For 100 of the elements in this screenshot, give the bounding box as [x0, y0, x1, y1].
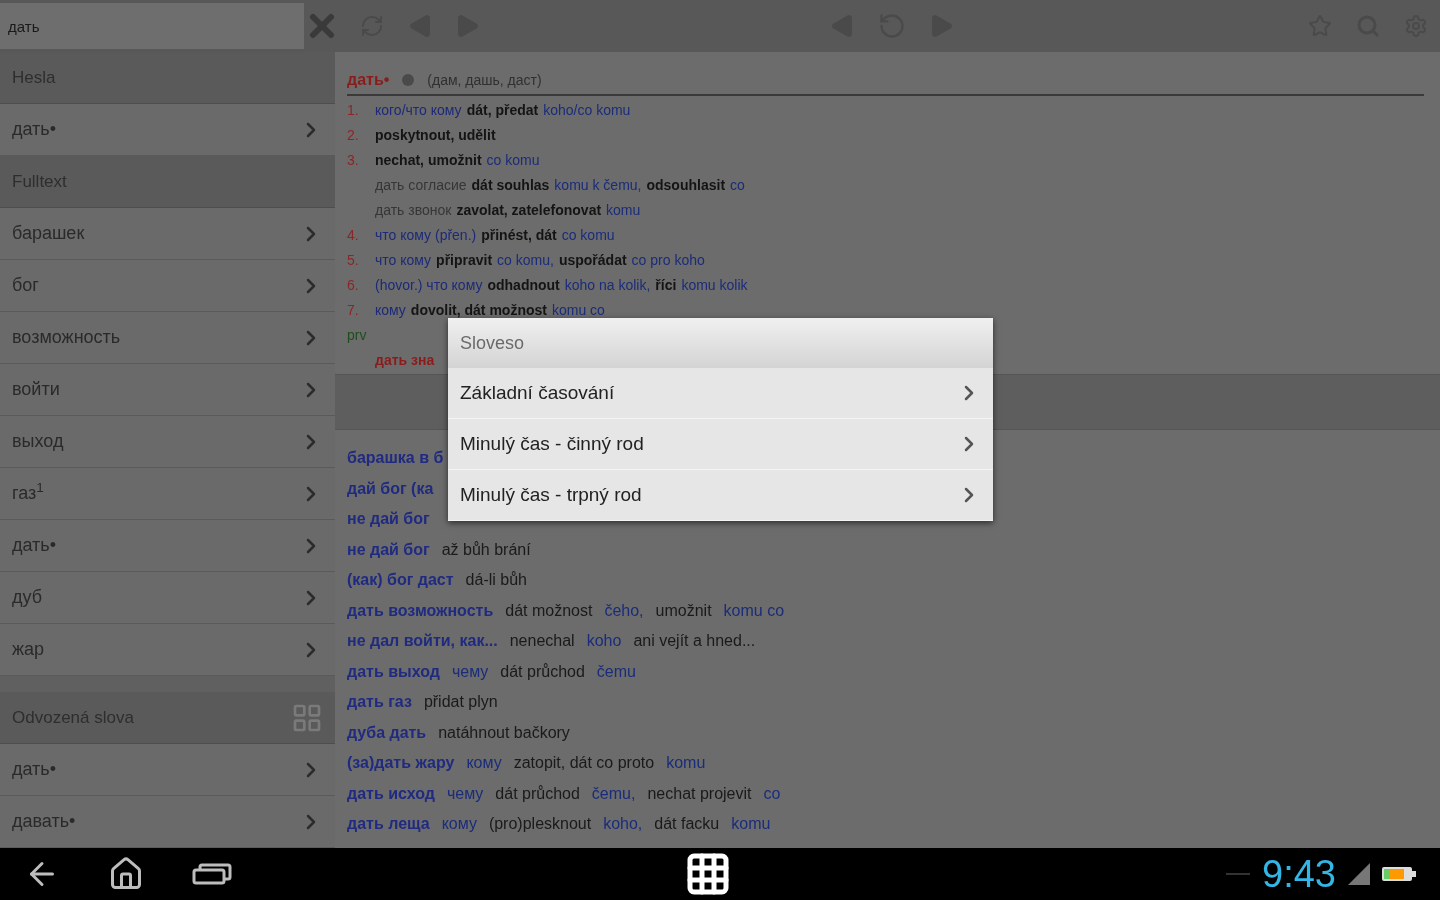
entry-text: připravit: [436, 251, 493, 270]
entry-text: čemu: [596, 661, 636, 682]
entry-text: (pro)plesknout: [488, 814, 592, 834]
item-label: дать•: [12, 758, 57, 781]
sidebar-item[interactable]: возможность: [0, 312, 335, 364]
entry-text: dát, předat: [466, 101, 539, 120]
entry-text: nechat projevit: [647, 783, 752, 804]
entry-text: дай бог (ка: [347, 478, 434, 499]
entry-text: что кому (přen.): [375, 226, 477, 245]
entry-text: co: [763, 783, 781, 804]
menu-item[interactable]: Minulý čas - činný rod: [448, 419, 993, 470]
entry-text: koho na kolik,: [564, 276, 651, 295]
entry-text: co pro koho: [631, 251, 705, 270]
sidebar-item[interactable]: дать•: [0, 520, 335, 572]
entry-text: co komu,: [497, 251, 554, 270]
item-label: давать•: [12, 810, 76, 833]
entry-text: dát průchod: [495, 783, 580, 804]
entry-text: odsouhlasit: [646, 176, 726, 195]
entry-text: dá-li bůh: [465, 570, 527, 590]
entry-text: не дай бог: [347, 539, 430, 560]
entry-text: komu: [731, 814, 771, 834]
entry-text: дать выход: [347, 661, 440, 682]
entry-text: odhadnout: [487, 276, 560, 295]
sense-number: 4.: [347, 226, 360, 245]
entry-text: барашка в б: [347, 448, 444, 468]
entry-text: (hovor.) что кому: [375, 276, 483, 295]
entry-text: не дай бог: [347, 509, 430, 529]
signal-icon: [1348, 863, 1370, 885]
entry-text: čeho,: [604, 600, 644, 621]
entry-text: кому: [466, 753, 502, 773]
entry-text: дать возможность: [347, 600, 494, 621]
entry-text: komu: [666, 753, 706, 773]
headword: дать•: [347, 70, 390, 90]
entry-text: poskytnout, udělit: [375, 126, 496, 145]
sense-number: 1.: [347, 101, 360, 120]
entry-text: komu k čemu,: [554, 176, 642, 195]
sense-number: 6.: [347, 276, 360, 295]
sidebar-item[interactable]: жар: [0, 624, 335, 676]
entry-text: uspořádat: [558, 251, 627, 270]
entry-text: zatopit, dát co proto: [513, 753, 655, 773]
entry-text: кому: [375, 301, 406, 320]
sense-number: 2.: [347, 126, 360, 145]
entry-text: komu co: [551, 301, 605, 320]
entry-text: (как) бог даст: [347, 570, 454, 590]
clock: 9:43: [1262, 855, 1336, 893]
menu-item[interactable]: Základní časování: [448, 368, 993, 419]
item-label: газ$^{1}$: [12, 480, 44, 505]
sidebar-item[interactable]: давать•: [0, 796, 335, 848]
sense-number: 7.: [347, 301, 360, 320]
entry-text: nenechal: [509, 631, 575, 651]
search-field[interactable]: дать: [0, 3, 304, 49]
entry-text: не дал войти, как...: [347, 631, 498, 651]
item-label: войти: [12, 378, 60, 401]
entry-text: čemu,: [591, 783, 636, 804]
item-label: дуб: [12, 586, 42, 609]
entry-text: чему: [451, 661, 489, 682]
item-label: дать•: [12, 118, 57, 141]
entry-text: dát průchod: [500, 661, 585, 682]
item-label: дать•: [12, 534, 57, 557]
sidebar-item[interactable]: бог: [0, 260, 335, 312]
entry-text: дать газ: [347, 692, 412, 712]
sidebar-item[interactable]: войти: [0, 364, 335, 416]
entry-text: кому: [441, 814, 477, 834]
entry-text: dát možnost: [505, 600, 593, 621]
sidebar-item[interactable]: газ$^{1}$: [0, 468, 335, 520]
entry-text: co komu: [486, 151, 540, 170]
entry-text: dovolit, dát možnost: [410, 301, 547, 320]
battery-icon: [1382, 866, 1416, 882]
entry-text: ani vejít a hned...: [633, 631, 756, 651]
recent-apps-icon[interactable]: [192, 863, 232, 885]
sidebar-item[interactable]: барашек: [0, 208, 335, 260]
entry-text: komu kolik: [681, 276, 748, 295]
menu-item-label: Minulý čas - trpný rod: [460, 482, 642, 507]
sidebar-item[interactable]: выход: [0, 416, 335, 468]
word-forms: (дам, дашь, даст): [427, 70, 542, 90]
entry-text: чему: [446, 783, 484, 804]
sidebar-item[interactable]: дуб: [0, 572, 335, 624]
sidebar-item[interactable]: дать•: [0, 744, 335, 796]
sense-number: 5.: [347, 251, 360, 270]
entry-text: koho: [586, 631, 622, 651]
menu-title: Sloveso: [460, 331, 525, 355]
entry-text: (за)дать жару: [347, 753, 455, 773]
entry-text: дать леща: [347, 814, 430, 834]
entry-text: komu co: [723, 600, 785, 621]
entry-text: dát facku: [654, 814, 720, 834]
home-icon[interactable]: [108, 856, 144, 892]
entry-text: koho,: [603, 814, 643, 834]
item-label: барашек: [12, 222, 85, 245]
part-of-speech-tag: prv: [347, 325, 367, 346]
entry-text: přinést, dát: [481, 226, 557, 245]
item-label: выход: [12, 430, 64, 453]
sidebar-item[interactable]: дать•: [0, 104, 335, 156]
entry-text: umožnit: [655, 600, 712, 621]
menu-item[interactable]: Minulý čas - trpný rod: [448, 470, 993, 521]
entry-text: что кому: [375, 251, 432, 270]
phrase-text: дать зна: [375, 351, 435, 370]
entry-text: co: [730, 176, 745, 195]
entry-text: komu: [606, 201, 641, 220]
entry-text: až bůh brání: [441, 539, 531, 560]
entry-text: přidat plyn: [423, 692, 498, 712]
